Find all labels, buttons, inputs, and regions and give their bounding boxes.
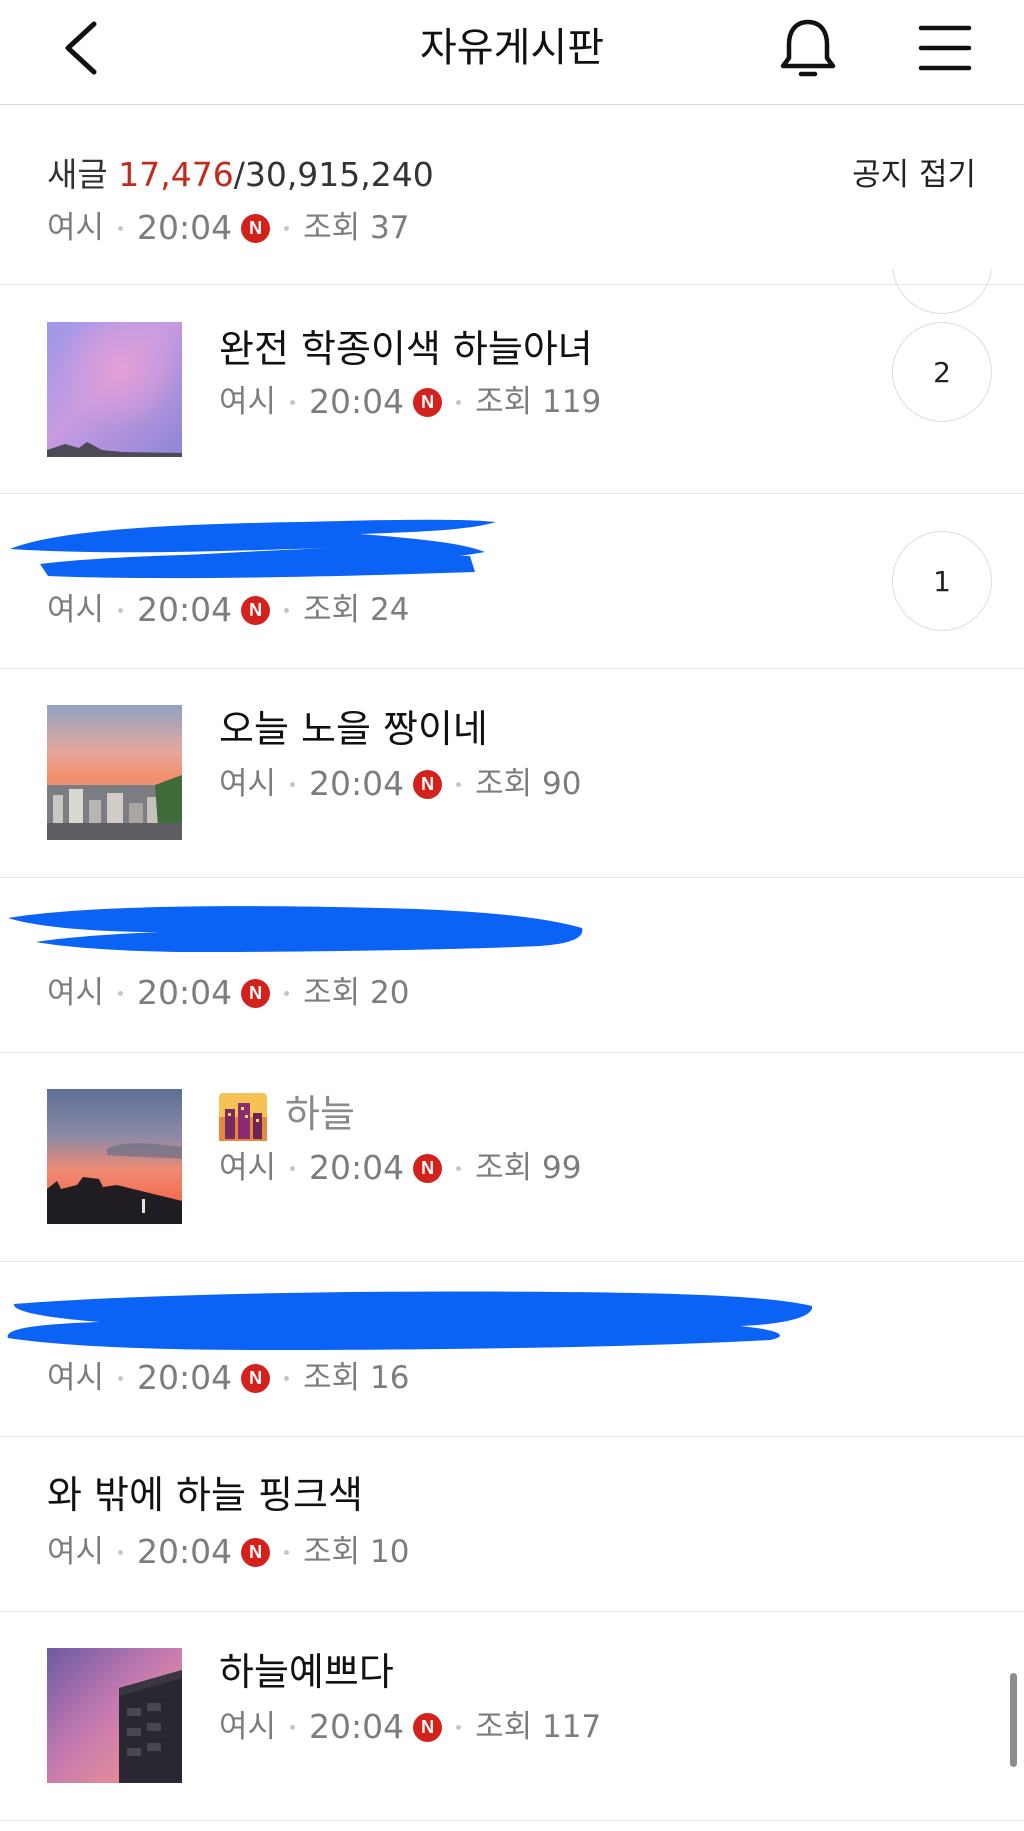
redaction-scribble xyxy=(7,1291,813,1350)
top-app-bar: 자유게시판 xyxy=(0,0,1024,105)
list-item[interactable]: 하늘 여시 20:04 N 조회 99 xyxy=(0,1053,1024,1262)
view-count: 조회 16 xyxy=(303,1360,410,1396)
redaction-scribble xyxy=(10,519,496,579)
post-thumbnail xyxy=(47,705,182,840)
new-badge: N xyxy=(241,1537,271,1567)
list-item[interactable]: 완전 학종이색 하늘아녀 여시 20:04 N 조회 119 2 xyxy=(0,285,1024,494)
post-thumbnail xyxy=(47,322,182,457)
post-meta: 여시 20:04 N 조회 119 xyxy=(219,380,601,424)
post-meta: 여시 20:04 N 조회 10 xyxy=(47,1530,410,1574)
redaction-scribble xyxy=(8,906,583,952)
post-thumbnail xyxy=(47,1089,182,1224)
view-count: 조회 20 xyxy=(303,975,410,1011)
post-meta: 여시 20:04 N 조회 37 xyxy=(47,206,410,250)
author: 여시 xyxy=(219,1150,277,1186)
list-item[interactable]: 여시 20:04 N 조회 24 1 xyxy=(0,494,1024,669)
view-count: 조회 10 xyxy=(303,1534,410,1570)
new-post-counter: 새글 17,476/30,915,240 xyxy=(47,152,434,198)
post-title[interactable]: 오늘 노을 짱이네 xyxy=(219,703,488,755)
view-count: 조회 117 xyxy=(475,1709,602,1745)
post-time: 20:04 xyxy=(137,590,233,629)
post-time: 20:04 xyxy=(309,1148,405,1187)
author: 여시 xyxy=(47,975,105,1011)
list-item[interactable]: 하늘예쁘다 여시 20:04 N 조회 117 xyxy=(0,1612,1024,1821)
post-time: 20:04 xyxy=(309,382,405,421)
cityscape-emoji-icon xyxy=(219,1092,267,1141)
fold-notice-button[interactable]: 공지 접기 xyxy=(852,152,976,198)
new-badge: N xyxy=(241,595,271,625)
post-meta: 여시 20:04 N 조회 24 xyxy=(47,588,410,632)
author: 여시 xyxy=(47,210,105,246)
new-badge: N xyxy=(413,1712,443,1742)
comment-count-circle[interactable]: 1 xyxy=(892,531,992,631)
post-time: 20:04 xyxy=(309,1707,405,1746)
post-time: 20:04 xyxy=(137,973,233,1012)
post-time: 20:04 xyxy=(137,208,233,247)
new-count: 17,476 xyxy=(118,155,234,194)
new-badge: N xyxy=(241,978,271,1008)
list-item[interactable]: 새글 17,476/30,915,240 공지 접기 여시 20:04 N 조회… xyxy=(0,104,1024,314)
post-title-text: 하늘 xyxy=(285,1092,355,1136)
hamburger-menu-icon xyxy=(918,25,972,71)
view-count: 조회 119 xyxy=(475,384,602,420)
new-badge: N xyxy=(413,769,443,799)
view-count: 조회 24 xyxy=(303,592,410,628)
post-meta: 여시 20:04 N 조회 20 xyxy=(47,971,410,1015)
total-count: 30,915,240 xyxy=(244,155,434,194)
author: 여시 xyxy=(47,1534,105,1570)
author: 여시 xyxy=(219,384,277,420)
view-count: 조회 90 xyxy=(475,766,582,802)
post-title[interactable]: 하늘예쁘다 xyxy=(219,1646,394,1698)
list-item[interactable]: 오늘 노을 짱이네 여시 20:04 N 조회 90 xyxy=(0,669,1024,878)
view-count: 조회 37 xyxy=(303,210,410,246)
author: 여시 xyxy=(47,592,105,628)
post-time: 20:04 xyxy=(309,764,405,803)
post-title[interactable]: 와 밖에 하늘 핑크색 xyxy=(47,1469,363,1521)
menu-button[interactable] xyxy=(915,22,975,74)
post-meta: 여시 20:04 N 조회 117 xyxy=(219,1705,601,1749)
list-item[interactable]: 와 밖에 하늘 핑크색 여시 20:04 N 조회 10 xyxy=(0,1437,1024,1612)
post-title[interactable]: 하늘 xyxy=(219,1088,355,1141)
author: 여시 xyxy=(219,766,277,802)
list-item[interactable]: 여시 20:04 N 조회 20 xyxy=(0,878,1024,1053)
new-label: 새글 xyxy=(47,155,108,194)
post-time: 20:04 xyxy=(137,1358,233,1397)
post-meta: 여시 20:04 N 조회 90 xyxy=(219,762,582,806)
post-title[interactable]: 완전 학종이색 하늘아녀 xyxy=(219,323,593,375)
comment-count-circle[interactable]: 2 xyxy=(892,322,992,422)
new-badge: N xyxy=(241,213,271,243)
counter-separator: / xyxy=(233,155,245,194)
view-count: 조회 99 xyxy=(475,1150,582,1186)
list-item[interactable]: 여시 20:04 N 조회 16 xyxy=(0,1262,1024,1437)
notification-button[interactable] xyxy=(773,14,843,84)
post-meta: 여시 20:04 N 조회 99 xyxy=(219,1146,582,1190)
new-badge: N xyxy=(241,1363,271,1393)
bell-icon xyxy=(780,19,836,77)
author: 여시 xyxy=(47,1360,105,1396)
scrollbar-thumb[interactable] xyxy=(1010,1673,1017,1767)
new-badge: N xyxy=(413,1153,443,1183)
author: 여시 xyxy=(219,1709,277,1745)
page-title: 자유게시판 xyxy=(420,25,604,71)
post-time: 20:04 xyxy=(137,1532,233,1571)
new-badge: N xyxy=(413,387,443,417)
post-meta: 여시 20:04 N 조회 16 xyxy=(47,1356,410,1400)
post-thumbnail xyxy=(47,1648,182,1783)
